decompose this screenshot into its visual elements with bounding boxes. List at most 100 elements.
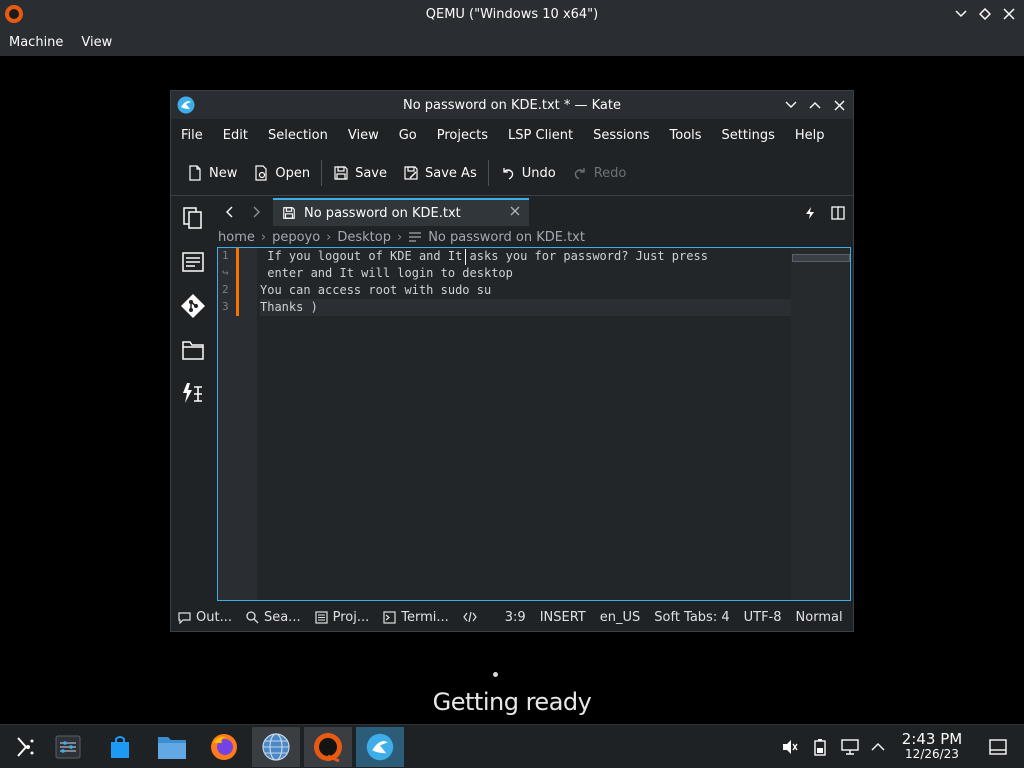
qemu-taskbar-button[interactable]	[304, 727, 352, 767]
show-desktop-icon[interactable]	[988, 737, 1008, 757]
line-number: 3	[222, 300, 229, 313]
line-number: 1	[222, 249, 229, 262]
getting-ready-text: Getting ready	[432, 688, 592, 716]
filesystem-panel-icon[interactable]	[179, 336, 207, 364]
go-back-icon[interactable]	[219, 203, 239, 221]
kate-menubar: File Edit Selection View Go Projects LSP…	[171, 121, 835, 151]
encoding[interactable]: UTF-8	[737, 610, 789, 625]
menu-settings[interactable]: Settings	[712, 121, 785, 151]
terminal-panel-button[interactable]: Termi...	[376, 610, 456, 625]
qemu-menubar: Machine View	[0, 30, 1024, 56]
menu-sessions[interactable]: Sessions	[583, 121, 659, 151]
symbols-panel-icon[interactable]	[179, 248, 207, 276]
taskbar: 2:43 PM 12/26/23	[0, 724, 1024, 768]
breadcrumb-desktop[interactable]: Desktop	[337, 230, 391, 245]
menu-go[interactable]: Go	[389, 121, 427, 151]
split-view-icon[interactable]	[829, 204, 847, 222]
external-tools-panel-icon[interactable]	[179, 380, 207, 408]
breadcrumb-pepoyo[interactable]: pepoyo	[272, 230, 320, 245]
open-file-icon	[255, 165, 267, 181]
cursor-position[interactable]: 3:9	[498, 610, 533, 625]
qemu-minimize-icon[interactable]	[952, 4, 970, 24]
digital-clock[interactable]: 2:43 PM 12/26/23	[896, 731, 968, 761]
qemu-logo-icon	[314, 733, 342, 762]
kate-maximize-icon[interactable]	[805, 95, 825, 115]
kate-minimize-icon[interactable]	[781, 95, 801, 115]
quick-open-icon[interactable]	[801, 204, 819, 222]
menu-projects[interactable]: Projects	[427, 121, 498, 151]
close-tab-icon[interactable]	[509, 205, 521, 217]
tab-no-password-on-kde[interactable]: No password on KDE.txt	[273, 198, 529, 226]
menu-view[interactable]: View	[338, 121, 389, 151]
projects-panel-button[interactable]: Proj...	[308, 610, 377, 625]
chevron-right-icon: ›	[397, 229, 403, 245]
dictionary[interactable]: en_US	[593, 610, 648, 625]
qemu-window-title: QEMU ("Windows 10 x64")	[425, 7, 599, 22]
qemu-menu-view[interactable]: View	[72, 30, 121, 56]
redo-button-label: Redo	[593, 165, 627, 181]
undo-button[interactable]: Undo	[492, 158, 564, 188]
left-sidebar	[171, 196, 215, 596]
menu-edit[interactable]: Edit	[213, 121, 258, 151]
kate-close-icon[interactable]	[829, 95, 849, 115]
modified-line-marker	[236, 299, 239, 316]
go-forward-icon[interactable]	[247, 203, 267, 221]
text-file-icon	[409, 232, 422, 242]
kate-taskbar-button[interactable]	[356, 727, 404, 767]
open-button[interactable]: Open	[245, 158, 318, 188]
code-line[interactable]: enter and It will login to desktop	[260, 265, 513, 282]
file-manager-button[interactable]	[148, 727, 196, 767]
code-icon	[463, 611, 477, 623]
minimap-scrollbar[interactable]	[791, 248, 850, 600]
redo-button[interactable]: Redo	[564, 158, 635, 188]
search-icon	[246, 610, 259, 623]
current-line-highlight	[260, 299, 792, 316]
network-wired-icon[interactable]	[840, 737, 860, 757]
indentation-settings[interactable]: Soft Tabs: 4	[647, 610, 736, 625]
toolbar-separator	[487, 160, 489, 186]
undo-icon	[503, 168, 513, 180]
qemu-menu-machine[interactable]: Machine	[0, 30, 72, 56]
code-line[interactable]: You can access root with sudo su	[260, 282, 491, 299]
menu-lsp-client[interactable]: LSP Client	[498, 121, 583, 151]
code-line[interactable]: Thanks )	[260, 299, 318, 316]
menu-tools[interactable]: Tools	[660, 121, 712, 151]
breadcrumb-file[interactable]: No password on KDE.txt	[428, 230, 585, 245]
save-as-button[interactable]: Save As	[395, 158, 485, 188]
menu-file[interactable]: File	[171, 121, 213, 151]
git-panel-icon[interactable]	[179, 292, 207, 320]
editor-view[interactable]: 1 ↪ 2 3 If you logout of KDE and It asks…	[217, 247, 851, 601]
qemu-close-icon[interactable]	[1000, 4, 1018, 24]
breadcrumb-home[interactable]: home	[218, 230, 255, 245]
documents-panel-icon[interactable]	[179, 204, 207, 232]
undo-button-label: Undo	[521, 165, 556, 181]
app-launcher-button[interactable]	[0, 727, 48, 767]
code-line[interactable]: If you logout of KDE and It asks you for…	[260, 248, 708, 265]
ibeam-cursor	[465, 249, 466, 265]
new-button[interactable]: New	[179, 158, 245, 188]
firefox-button[interactable]	[200, 727, 248, 767]
code-area[interactable]: If you logout of KDE and It asks you for…	[260, 248, 792, 600]
kate-titlebar: No password on KDE.txt * — Kate	[171, 91, 853, 119]
edit-mode[interactable]: INSERT	[533, 610, 593, 625]
menu-help[interactable]: Help	[785, 121, 835, 151]
menu-selection[interactable]: Selection	[258, 121, 338, 151]
code-icon-button[interactable]	[456, 611, 484, 623]
input-mode[interactable]: Normal	[789, 610, 850, 625]
qemu-maximize-icon[interactable]	[976, 4, 994, 24]
save-as-button-label: Save As	[425, 165, 477, 181]
search-panel-button[interactable]: Sea...	[239, 610, 308, 625]
volume-muted-icon[interactable]	[780, 737, 800, 757]
discover-store-button[interactable]	[96, 727, 144, 767]
battery-icon[interactable]	[810, 737, 830, 757]
kate-logo-icon	[366, 733, 394, 761]
clock-date: 12/26/23	[905, 747, 959, 761]
output-panel-button[interactable]: Out...	[171, 610, 239, 625]
network-app-button[interactable]	[252, 727, 300, 767]
tray-expand-icon[interactable]	[868, 737, 888, 757]
minimap-viewport[interactable]	[792, 254, 850, 262]
save-icon	[283, 207, 295, 219]
save-button[interactable]: Save	[325, 158, 395, 188]
output-icon	[178, 611, 191, 624]
system-settings-button[interactable]	[44, 727, 92, 767]
